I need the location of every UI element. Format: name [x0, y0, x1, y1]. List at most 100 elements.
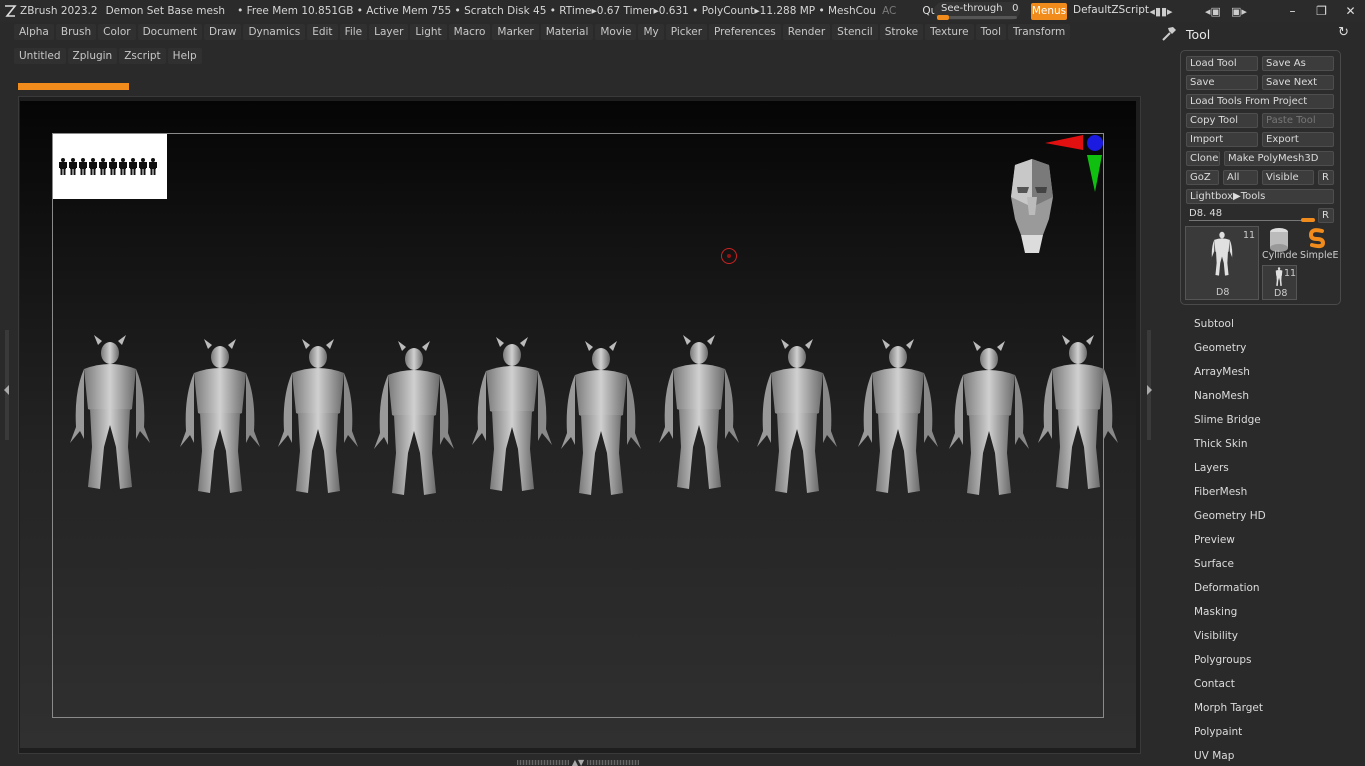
subpalette-surface[interactable]: Surface — [1194, 558, 1234, 570]
menu-preferences[interactable]: Preferences — [709, 24, 781, 40]
subpalette-masking[interactable]: Masking — [1194, 606, 1237, 618]
copy-tool-button[interactable]: Copy Tool — [1186, 113, 1258, 128]
menu-light[interactable]: Light — [410, 24, 447, 40]
subpalette-uv-map[interactable]: UV Map — [1194, 750, 1234, 762]
menu-marker[interactable]: Marker — [492, 24, 539, 40]
see-through-knob[interactable] — [937, 15, 949, 20]
demon-figure-2[interactable] — [180, 339, 260, 493]
demon-figure-3[interactable] — [278, 339, 358, 493]
menu-movie[interactable]: Movie — [595, 24, 637, 40]
menu-dynamics[interactable]: Dynamics — [243, 24, 306, 40]
menu-transform[interactable]: Transform — [1008, 24, 1071, 40]
load-tool-button[interactable]: Load Tool — [1186, 56, 1258, 71]
subpalette-nanomesh[interactable]: NanoMesh — [1194, 390, 1249, 402]
menu-brush[interactable]: Brush — [55, 24, 97, 40]
menu-alpha[interactable]: Alpha — [14, 24, 54, 40]
subpalette-deformation[interactable]: Deformation — [1194, 582, 1260, 594]
menu-zscript[interactable]: Zscript — [119, 48, 166, 64]
gizmo-y-axis-icon[interactable] — [1087, 155, 1102, 192]
see-through-slider[interactable]: See-through 0 — [934, 2, 1020, 20]
demon-figure-8[interactable] — [757, 339, 837, 493]
menus-toggle-button[interactable]: Menus — [1031, 3, 1067, 20]
tool-slider[interactable]: D8. 48 — [1187, 208, 1317, 224]
demon-figure-7[interactable] — [659, 335, 739, 489]
menu-draw[interactable]: Draw — [204, 24, 242, 40]
subpalette-subtool[interactable]: Subtool — [1194, 318, 1234, 330]
gizmo-z-axis-icon[interactable] — [1087, 135, 1103, 151]
tool-slider-r-button[interactable]: R — [1318, 208, 1334, 223]
subpalette-slime-bridge[interactable]: Slime Bridge — [1194, 414, 1261, 426]
menu-stroke[interactable]: Stroke — [879, 24, 924, 40]
small-tool-name: D8 — [1274, 288, 1288, 299]
menu-file[interactable]: File — [339, 24, 368, 40]
menu-document[interactable]: Document — [137, 24, 202, 40]
menu-picker[interactable]: Picker — [665, 24, 708, 40]
tool-slider-knob[interactable] — [1301, 218, 1315, 222]
close-icon[interactable]: ✕ — [1336, 0, 1365, 22]
make-polymesh3d-button[interactable]: Make PolyMesh3D — [1224, 151, 1334, 166]
load-tools-from-project-button[interactable]: Load Tools From Project — [1186, 94, 1334, 109]
subpalette-layers[interactable]: Layers — [1194, 462, 1229, 474]
popup-refresh-icon[interactable]: ↻ — [1338, 25, 1349, 40]
export-button[interactable]: Export — [1262, 132, 1334, 147]
simplebrush-tool-icon[interactable] — [1305, 226, 1329, 250]
menu-macro[interactable]: Macro — [448, 24, 491, 40]
clone-button[interactable]: Clone — [1186, 151, 1220, 166]
subpalette-visibility[interactable]: Visibility — [1194, 630, 1238, 642]
save-as-button[interactable]: Save As — [1262, 56, 1334, 71]
tool-slider-label: D8. 48 — [1189, 208, 1223, 219]
menu-my[interactable]: My — [638, 24, 664, 40]
menu-stencil[interactable]: Stencil — [832, 24, 878, 40]
right-tray-handle[interactable] — [1145, 330, 1153, 440]
subpalette-fibermesh[interactable]: FiberMesh — [1194, 486, 1247, 498]
demon-figure-5[interactable] — [472, 337, 552, 491]
demon-figure-6[interactable] — [561, 341, 641, 495]
demon-figure-4[interactable] — [374, 341, 454, 495]
goz-all-button[interactable]: All — [1223, 170, 1258, 185]
menu-tool[interactable]: Tool — [975, 24, 1006, 40]
menu-render[interactable]: Render — [782, 24, 831, 40]
subpalette-contact[interactable]: Contact — [1194, 678, 1235, 690]
demon-models[interactable] — [56, 335, 1122, 495]
save-button[interactable]: Save — [1186, 75, 1258, 90]
left-tray-handle[interactable] — [3, 330, 11, 440]
subpalette-morph-target[interactable]: Morph Target — [1194, 702, 1263, 714]
subpalette-geometry[interactable]: Geometry — [1194, 342, 1246, 354]
goz-button[interactable]: GoZ — [1186, 170, 1219, 185]
subpalette-preview[interactable]: Preview — [1194, 534, 1235, 546]
subpalette-geometry-hd[interactable]: Geometry HD — [1194, 510, 1266, 522]
menu-zplugin[interactable]: Zplugin — [67, 48, 118, 64]
demon-figure-1[interactable] — [70, 335, 150, 489]
menu-texture[interactable]: Texture — [925, 24, 974, 40]
demon-figure-10[interactable] — [949, 341, 1029, 495]
swap-layout-icon[interactable]: ◂▣ — [1202, 3, 1224, 19]
tool-palette-header[interactable]: Tool ↻ — [1156, 22, 1365, 46]
goz-r-button[interactable]: R — [1318, 170, 1334, 185]
default-zscript-button[interactable]: DefaultZScript — [1073, 4, 1149, 16]
menu-color[interactable]: Color — [98, 24, 136, 40]
menu-edit[interactable]: Edit — [307, 24, 338, 40]
ui-layout-icon[interactable]: ◂▮▮▸ — [1149, 3, 1172, 19]
minimize-icon[interactable]: – — [1278, 0, 1307, 22]
restore-icon[interactable]: ❐ — [1307, 0, 1336, 22]
color-scheme-icon[interactable]: ▣▸ — [1228, 3, 1250, 19]
menu-untitled[interactable]: Untitled — [14, 48, 66, 64]
lightbox-tools-button[interactable]: Lightbox▶Tools — [1186, 189, 1334, 204]
menu-layer[interactable]: Layer — [369, 24, 409, 40]
subpalette-arraymesh[interactable]: ArrayMesh — [1194, 366, 1250, 378]
goz-visible-button[interactable]: Visible — [1262, 170, 1314, 185]
subpalette-thick-skin[interactable]: Thick Skin — [1194, 438, 1248, 450]
bottom-tray-handle[interactable]: ▲▼ — [513, 758, 643, 766]
subpalette-polygroups[interactable]: Polygroups — [1194, 654, 1251, 666]
save-next-button[interactable]: Save Next — [1262, 75, 1334, 90]
demon-figure-9[interactable] — [858, 339, 938, 493]
import-button[interactable]: Import — [1186, 132, 1258, 147]
gizmo-x-axis-icon[interactable] — [1045, 135, 1083, 150]
navigation-head-icon[interactable] — [1005, 157, 1059, 255]
navigator-thumbnail[interactable] — [53, 134, 167, 199]
menu-material[interactable]: Material — [540, 24, 594, 40]
paste-tool-button[interactable]: Paste Tool — [1262, 113, 1334, 128]
subpalette-polypaint[interactable]: Polypaint — [1194, 726, 1242, 738]
menu-help[interactable]: Help — [167, 48, 202, 64]
demon-figure-11[interactable] — [1038, 335, 1118, 489]
